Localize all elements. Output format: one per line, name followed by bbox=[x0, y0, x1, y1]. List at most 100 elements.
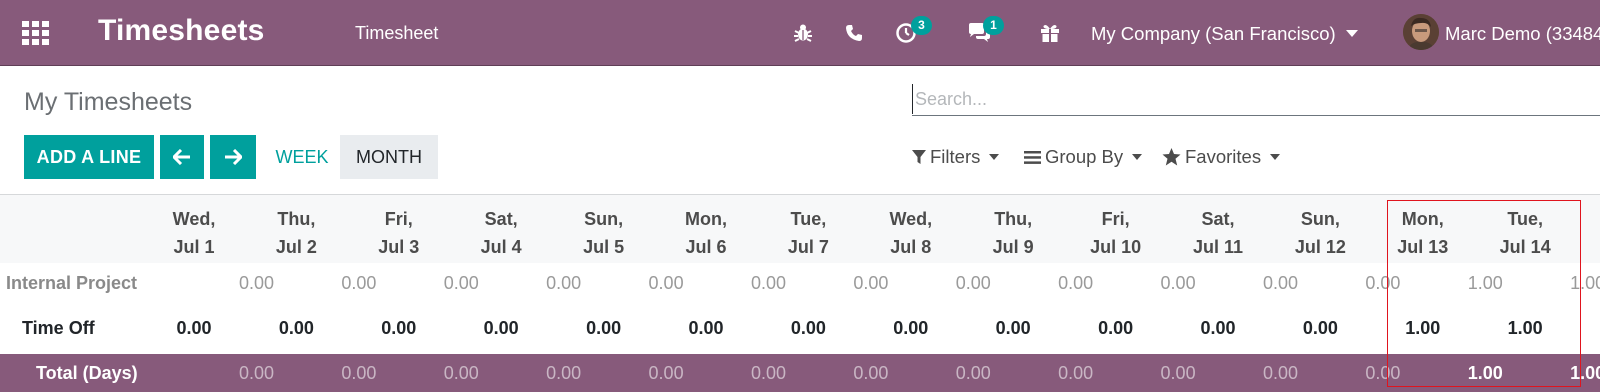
grid-cell-total[interactable]: 0.00 bbox=[584, 363, 684, 384]
column-header: Thu, Jul 9 bbox=[963, 205, 1063, 261]
app-title[interactable]: Timesheets bbox=[98, 14, 265, 48]
grid-cell-total[interactable]: 0.00 bbox=[891, 363, 991, 384]
column-header-day: Tue, bbox=[1507, 209, 1544, 229]
grid-cell-internal-project[interactable]: 0.00 bbox=[1096, 273, 1196, 294]
column-header-day: Sun, bbox=[584, 209, 624, 229]
user-menu[interactable]: Marc Demo (33484 bbox=[1445, 23, 1600, 45]
column-header: Mon, Jul 13 bbox=[1373, 205, 1473, 261]
column-header-day: Fri, bbox=[1101, 209, 1130, 229]
grid-cell-total[interactable]: 0.00 bbox=[174, 363, 274, 384]
column-header-date: Jul 6 bbox=[685, 237, 727, 257]
user-avatar[interactable] bbox=[1403, 14, 1439, 50]
grid-cell-time-off[interactable]: 0.00 bbox=[963, 318, 1063, 339]
grid-cell-internal-project[interactable]: 0.00 bbox=[788, 273, 888, 294]
grid-cell-internal-project[interactable]: 0.00 bbox=[1198, 273, 1298, 294]
caret-down-icon bbox=[1270, 154, 1281, 160]
group-by-dropdown[interactable]: Group By bbox=[1024, 146, 1143, 168]
grid-cell-internal-project[interactable]: 1.00 bbox=[1505, 273, 1600, 294]
group-by-bars-icon bbox=[1024, 150, 1041, 164]
grid-cell-total[interactable]: 0.00 bbox=[1198, 363, 1298, 384]
grid-cell-internal-project[interactable]: 0.00 bbox=[174, 273, 274, 294]
messages-badge: 1 bbox=[983, 16, 1004, 35]
grid-cell-time-off[interactable]: 1.00 bbox=[1373, 318, 1473, 339]
menu-item-timesheet[interactable]: Timesheet bbox=[355, 23, 438, 44]
grid-cell-time-off[interactable]: 0.00 bbox=[451, 318, 551, 339]
grid-cell-internal-project[interactable]: 0.00 bbox=[276, 273, 376, 294]
grid-cell-time-off[interactable]: 0.00 bbox=[554, 318, 654, 339]
apps-menu-icon[interactable] bbox=[22, 21, 50, 45]
column-header-day: Tue, bbox=[790, 209, 827, 229]
grid-cell-total[interactable]: 0.00 bbox=[481, 363, 581, 384]
breadcrumb: My Timesheets bbox=[24, 88, 193, 116]
gift-icon[interactable] bbox=[1040, 20, 1060, 46]
grid-cell-total[interactable]: 1.00 bbox=[1403, 363, 1503, 384]
grid-cell-internal-project[interactable]: 0.00 bbox=[1300, 273, 1400, 294]
column-header-date: Jul 3 bbox=[378, 237, 420, 257]
favorites-dropdown[interactable]: Favorites bbox=[1162, 146, 1281, 168]
grid-cell-total[interactable]: 0.00 bbox=[276, 363, 376, 384]
grid-cell-time-off[interactable]: 0.00 bbox=[1066, 318, 1166, 339]
column-header-day: Mon, bbox=[1401, 209, 1444, 229]
row-label-time-off: Time Off bbox=[22, 318, 95, 338]
column-header-day: Sat, bbox=[1201, 209, 1235, 229]
activity-badge: 3 bbox=[911, 16, 932, 35]
add-a-line-button[interactable]: ADD A LINE bbox=[24, 135, 154, 179]
grid-cell-time-off[interactable]: 0.00 bbox=[349, 318, 449, 339]
arrow-right-icon bbox=[225, 149, 242, 165]
row-label-internal-project: Internal Project bbox=[6, 273, 138, 293]
grid-cell-time-off[interactable]: 0.00 bbox=[246, 318, 346, 339]
messages-chat-icon[interactable]: 1 bbox=[967, 16, 1004, 46]
phone-icon[interactable] bbox=[845, 20, 863, 46]
column-header: Wed, Jul 1 bbox=[144, 205, 244, 261]
next-period-button[interactable] bbox=[210, 135, 256, 179]
grid-total-row: Total (Days) 0.00 0.00 0.00 0.00 0.00 0.00 0.0… bbox=[0, 354, 1600, 392]
grid-cell-total[interactable]: 0.00 bbox=[1096, 363, 1196, 384]
grid-cell-total[interactable]: 0.00 bbox=[379, 363, 479, 384]
grid-cell-internal-project[interactable]: 0.00 bbox=[993, 273, 1093, 294]
company-switcher[interactable]: My Company (San Francisco) bbox=[1091, 23, 1358, 45]
week-view-button[interactable]: WEEK bbox=[268, 135, 336, 179]
search-input[interactable] bbox=[912, 84, 1600, 114]
column-header: Sun, Jul 12 bbox=[1270, 205, 1370, 261]
column-header-date: Jul 9 bbox=[992, 237, 1034, 257]
grid-cell-time-off[interactable]: 0.00 bbox=[861, 318, 961, 339]
favorites-label: Favorites bbox=[1185, 146, 1262, 167]
favorites-star-icon bbox=[1162, 148, 1181, 166]
grid-cell-internal-project[interactable]: 0.00 bbox=[584, 273, 684, 294]
grid-cell-internal-project[interactable]: 0.00 bbox=[379, 273, 479, 294]
grid-header-row: Wed, Jul 1 Thu, Jul 2 Fri, Jul 3 Sat, Jul 4 Sun,… bbox=[0, 195, 1600, 263]
previous-period-button[interactable] bbox=[160, 135, 204, 179]
column-header-day: Thu, bbox=[994, 209, 1033, 229]
grid-cell-internal-project[interactable]: 0.00 bbox=[481, 273, 581, 294]
column-header-date: Jul 14 bbox=[1499, 237, 1551, 257]
month-view-button[interactable]: MONTH bbox=[340, 135, 438, 179]
grid-cell-total[interactable]: 1.00 bbox=[1505, 363, 1600, 384]
grid-cell-total[interactable]: 0.00 bbox=[993, 363, 1093, 384]
grid-cell-total[interactable]: 0.00 bbox=[788, 363, 888, 384]
grid-cell-internal-project[interactable]: 1.00 bbox=[1403, 273, 1503, 294]
column-header-date: Jul 12 bbox=[1294, 237, 1346, 257]
grid-cell-time-off[interactable]: 0.00 bbox=[1270, 318, 1370, 339]
column-header-day: Sat, bbox=[484, 209, 518, 229]
grid-cell-total[interactable]: 0.00 bbox=[686, 363, 786, 384]
filters-dropdown[interactable]: Filters bbox=[912, 146, 1000, 168]
grid-cell-internal-project[interactable]: 0.00 bbox=[891, 273, 991, 294]
column-header-date: Jul 1 bbox=[173, 237, 215, 257]
grid-cell-time-off[interactable]: 0.00 bbox=[144, 318, 244, 339]
column-header-date: Jul 8 bbox=[890, 237, 932, 257]
activity-clock-icon[interactable]: 3 bbox=[895, 16, 932, 46]
grid-cell-total[interactable]: 0.00 bbox=[1300, 363, 1400, 384]
grid-cell-time-off[interactable]: 1.00 bbox=[1475, 318, 1575, 339]
grid-cell-time-off[interactable]: 0.00 bbox=[1168, 318, 1268, 339]
column-header-day: Fri, bbox=[384, 209, 413, 229]
debug-bug-icon[interactable] bbox=[793, 20, 813, 46]
filter-funnel-icon bbox=[912, 150, 926, 164]
column-header-day: Thu, bbox=[277, 209, 316, 229]
grid-cell-time-off[interactable]: 0.00 bbox=[758, 318, 858, 339]
grid-cell-time-off[interactable]: 0.00 bbox=[656, 318, 756, 339]
grid-cell-internal-project[interactable]: 0.00 bbox=[686, 273, 786, 294]
arrow-left-icon bbox=[173, 149, 190, 165]
search-bar bbox=[912, 84, 1600, 116]
caret-down-icon bbox=[1132, 154, 1143, 160]
caret-down-icon bbox=[1345, 30, 1358, 37]
